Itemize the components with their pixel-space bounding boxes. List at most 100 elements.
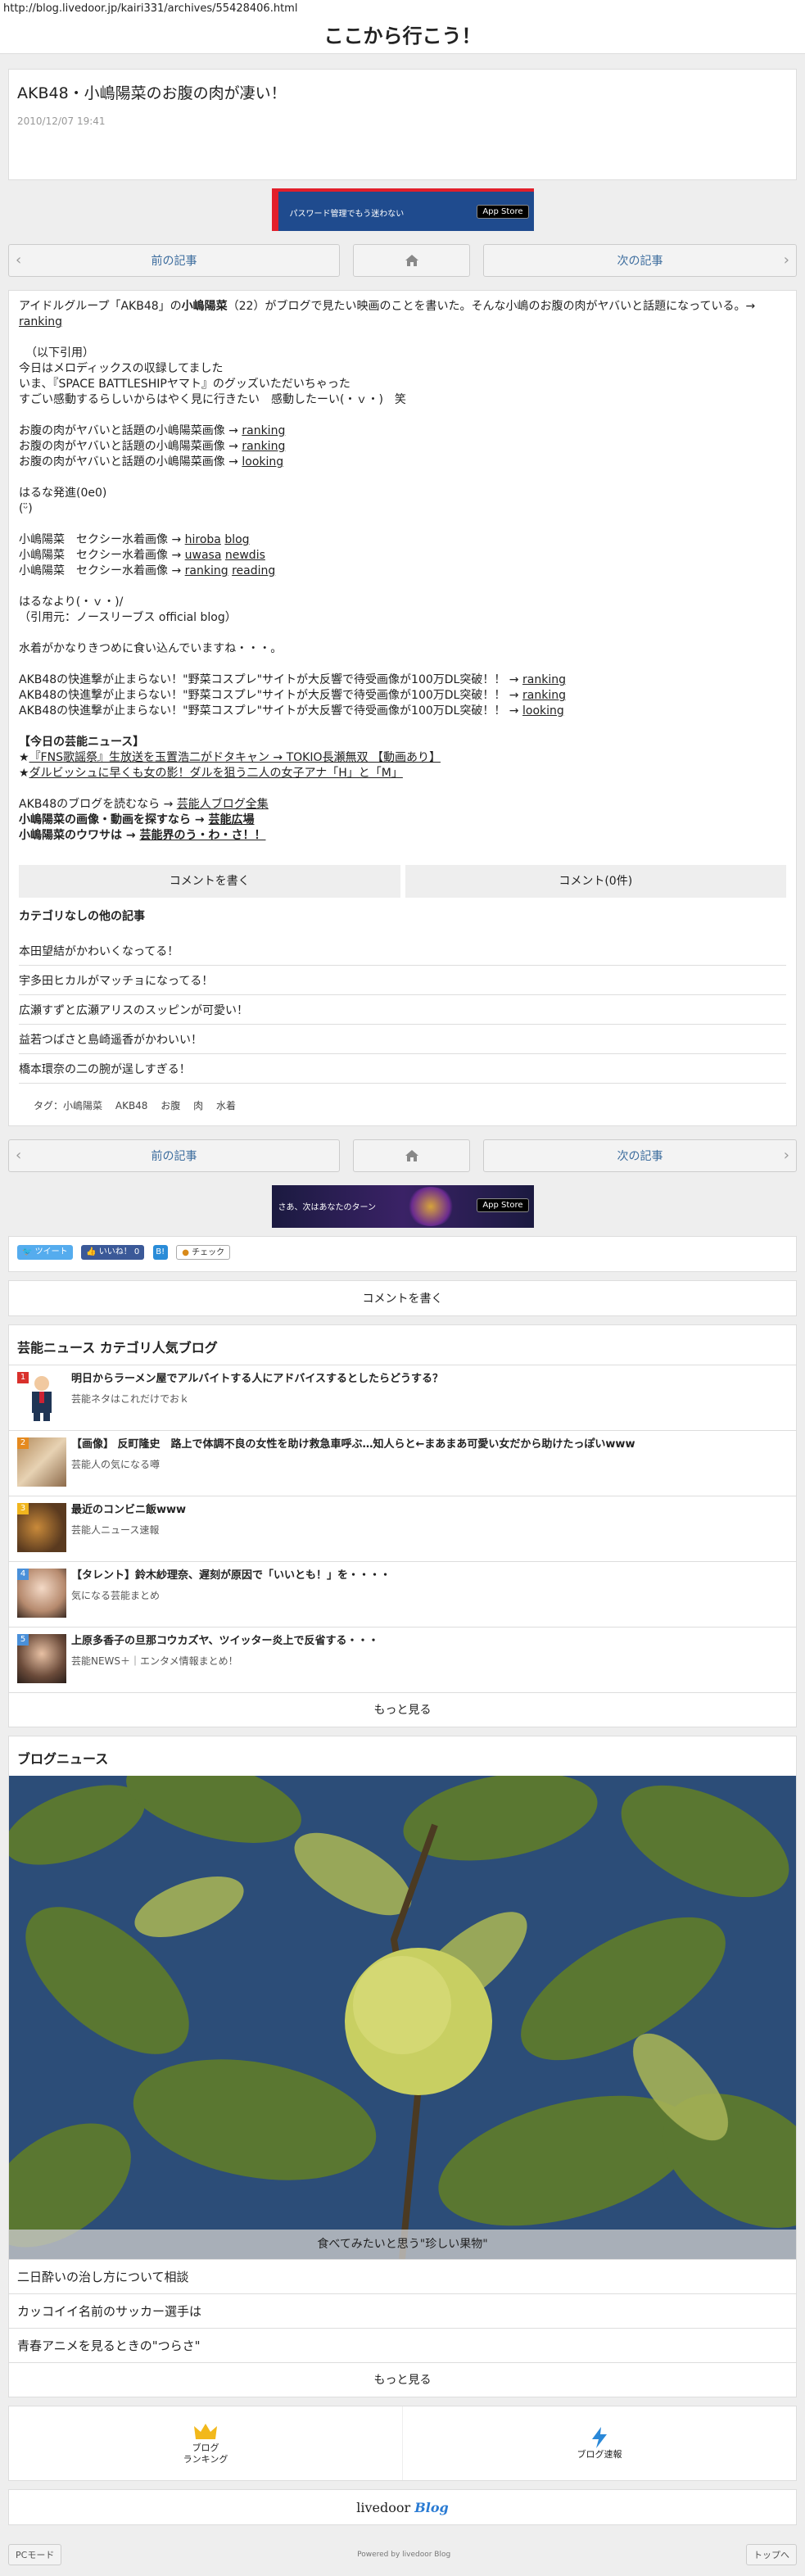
link-line: 小嶋陽菜 セクシー水着画像 → ranking reading [19, 564, 276, 577]
link-line: お腹の肉がヤバいと話題の小嶋陽菜画像 → ranking [19, 424, 286, 437]
category-item[interactable]: 橋本環奈の二の腕が逞しすぎる！ [19, 1054, 786, 1084]
pc-mode-button[interactable]: PCモード [8, 2544, 62, 2565]
twitter-icon: 🐦 [22, 1247, 33, 1256]
intro-text: アイドルグループ「AKB48」の [19, 300, 182, 313]
blog-ranking-label: ブログ ランキング [183, 2442, 228, 2465]
write-comment-button-bottom[interactable]: コメントを書く [8, 1280, 797, 1316]
tag-item[interactable]: 肉 [193, 1100, 203, 1111]
news-link[interactable]: ダルビッシュに早くも女の影！ダルを狙う二人の女子アナ「H」と「M」 [29, 767, 403, 780]
tag-item[interactable]: 水着 [216, 1100, 236, 1111]
rank-number: 5 [17, 1634, 29, 1646]
tag-label: タグ： [34, 1100, 64, 1111]
site-title[interactable]: ここから行こう！ [0, 18, 805, 54]
category-item[interactable]: 宇多田ヒカルがマッチョになってる！ [19, 966, 786, 995]
news-item[interactable]: 二日酔いの治し方について相談 [9, 2259, 796, 2293]
game-character-image [405, 1187, 455, 1226]
reading-link[interactable]: reading [232, 564, 275, 577]
ranking-link[interactable]: ranking [242, 424, 285, 437]
news-link[interactable]: 『FNS歌謡祭』生放送を玉置浩二がドタキャン → TOKIO長瀬無双 【動画あり… [29, 751, 441, 764]
ranking-item[interactable]: 2 【画像】 反町隆史 路上で体調不良の女性を助け救急車呼ぶ…知人らと←まあまあ… [9, 1430, 796, 1496]
ranking-link[interactable]: ranking [242, 440, 285, 453]
tweet-button[interactable]: 🐦 ツイート [17, 1245, 73, 1260]
news-item[interactable]: 青春アニメを見るときの"つらさ" [9, 2328, 796, 2362]
next-article-button[interactable]: 次の記事 › [483, 244, 797, 277]
lightning-icon [592, 2427, 607, 2448]
ranking-source: 芸能NEWS＋｜エンタメ情報まとめ！ [71, 1655, 238, 1667]
news-item[interactable]: カッコイイ名前のサッカー選手は [9, 2293, 796, 2328]
facebook-like-button[interactable]: 👍 いいね！ 0 [81, 1245, 145, 1260]
intro-text-2: （22）がブログで見たい映画のことを書いた。そんな小嶋のお腹の肉がヤバいと話題に… [227, 300, 756, 313]
chevron-left-icon: ‹ [16, 1147, 22, 1164]
looking-link[interactable]: looking [242, 455, 283, 469]
article-body: アイドルグループ「AKB48」の小嶋陽菜 （22）がブログで見たい映画のことを書い… [8, 290, 797, 1126]
geinou-hiroba-link[interactable]: 芸能広場 [208, 813, 254, 826]
link-line: 小嶋陽菜のウワサは → 芸能界のう・わ・さ！！ [19, 829, 266, 842]
link-line: AKB48の快進撃が止まらない！"野菜コスプレ"サイトが大反響で待受画像が100… [19, 689, 566, 702]
hatena-bookmark-button[interactable]: B! [152, 1245, 168, 1260]
rank-number: 3 [17, 1503, 29, 1514]
blog-collection-link[interactable]: 芸能人ブログ全集 [177, 798, 269, 811]
uwasa-link[interactable]: 芸能界のう・わ・さ！！ [139, 829, 265, 842]
more-button[interactable]: もっと見る [9, 2362, 796, 2397]
quote-block: （以下引用） 今日はメロディックスの収録してました いま、『SPACE BATT… [19, 346, 786, 408]
home-button[interactable] [353, 244, 470, 277]
source-block: はるなより(・ｖ・)/ （引用元：ノースリーブス official blog） [19, 595, 786, 626]
next-article-button[interactable]: 次の記事 › [483, 1139, 797, 1172]
haruna-block: はるな発進(0e0) (ᵕ̈) [19, 486, 786, 517]
ranking-title: 明日からラーメン屋でアルバイトする人にアドバイスするとしたらどうする？ [71, 1373, 443, 1385]
text-line: (ᵕ̈) [19, 502, 33, 515]
back-to-top-button[interactable]: トップへ [746, 2544, 797, 2565]
ranking-source: 芸能ネタはこれだけでおｋ [71, 1393, 190, 1405]
chevron-right-icon: › [783, 1147, 789, 1164]
rank-number: 4 [17, 1569, 29, 1580]
today-news: 【今日の芸能ニュース】 ★『FNS歌謡祭』生放送を玉置浩二がドタキャン → TO… [19, 735, 786, 781]
hiroba-link[interactable]: hiroba [185, 533, 221, 546]
ranking-link[interactable]: ranking [185, 564, 228, 577]
write-comment-button[interactable]: コメントを書く [19, 865, 400, 898]
category-title: カテゴリなしの他の記事 [19, 910, 145, 923]
category-list: 本田望結がかわいくなってる！ 宇多田ヒカルがマッチョになってる！ 広瀬すずと広瀬… [19, 936, 786, 1084]
prev-article-button[interactable]: ‹ 前の記事 [8, 1139, 340, 1172]
text-line: はるな発進(0e0) [19, 487, 107, 500]
ranking-source: 芸能人ニュース速報 [71, 1524, 160, 1536]
check-icon: ● [182, 1248, 189, 1257]
ranking-item[interactable]: 4 【タレント】鈴木紗理奈、遅刻が原因で「いいとも！」を・・・・ 気になる芸能ま… [9, 1561, 796, 1627]
prev-article-button[interactable]: ‹ 前の記事 [8, 244, 340, 277]
more-button[interactable]: もっと見る [9, 1692, 796, 1727]
ranking-item[interactable]: 1 明日からラーメン屋でアルバイトする人にアドバイスするとしたらどうする？ 芸能… [9, 1365, 796, 1430]
mixi-check-button[interactable]: ● チェック [176, 1245, 231, 1260]
comment-count-button[interactable]: コメント(0件) [405, 865, 786, 898]
thumbnail: 5 [17, 1634, 66, 1683]
ranking-link[interactable]: ranking [522, 689, 566, 702]
home-button[interactable] [353, 1139, 470, 1172]
blog-ranking-button[interactable]: ブログ ランキング [9, 2406, 402, 2480]
ranking-item[interactable]: 5 上原多香子の旦那コウカズヤ、ツイッター炎上で反省する・・・ 芸能NEWS＋｜… [9, 1627, 796, 1692]
newdis-link[interactable]: newdis [225, 549, 265, 562]
thumbnail: 4 [17, 1569, 66, 1618]
blog-news-title: ブログニュース [17, 1751, 109, 1767]
ad-banner-bottom[interactable]: さあ、次はあなたのターン App Store [271, 1185, 534, 1228]
popular-blogs: 芸能ニュース カテゴリ人気ブログ 1 明日からラーメン屋でアルバイトする人にアド… [8, 1324, 797, 1727]
category-item[interactable]: 本田望結がかわいくなってる！ [19, 936, 786, 966]
ranking-source: 芸能人の気になる噂 [71, 1459, 161, 1470]
link-line: ★ダルビッシュに早くも女の影！ダルを狙う二人の女子アナ「H」と「M」 [19, 767, 403, 780]
ad-banner-top[interactable]: パスワード管理でもう迷わない App Store [271, 188, 534, 231]
ranking-item[interactable]: 3 最近のコンビニ飯www 芸能人ニュース速報 [9, 1496, 796, 1561]
tag-item[interactable]: 小嶋陽菜 [63, 1100, 102, 1111]
thumbnail: 3 [17, 1503, 66, 1552]
looking-link[interactable]: looking [522, 704, 564, 718]
livedoor-blog-logo[interactable]: livedoor Blog [8, 2489, 797, 2525]
next-label: 次の記事 [617, 1150, 663, 1163]
uwasa-link[interactable]: uwasa [185, 549, 222, 562]
intro-link[interactable]: ranking [19, 315, 62, 328]
thumbs-up-icon: 👍 [86, 1247, 97, 1256]
category-item[interactable]: 益若つばさと島崎遥香がかわいい！ [19, 1025, 786, 1054]
today-news-title: 【今日の芸能ニュース】 [19, 736, 145, 749]
ranking-link[interactable]: ranking [522, 673, 566, 686]
news-feature-image[interactable]: 食べてみたいと思う"珍しい果物" [9, 1776, 796, 2259]
blog-link[interactable]: blog [224, 533, 249, 546]
tag-item[interactable]: お腹 [161, 1100, 180, 1111]
category-item[interactable]: 広瀬すずと広瀬アリスのスッピンが可愛い！ [19, 995, 786, 1025]
tag-item[interactable]: AKB48 [115, 1100, 148, 1111]
blog-speed-button[interactable]: ブログ速報 [402, 2406, 796, 2480]
